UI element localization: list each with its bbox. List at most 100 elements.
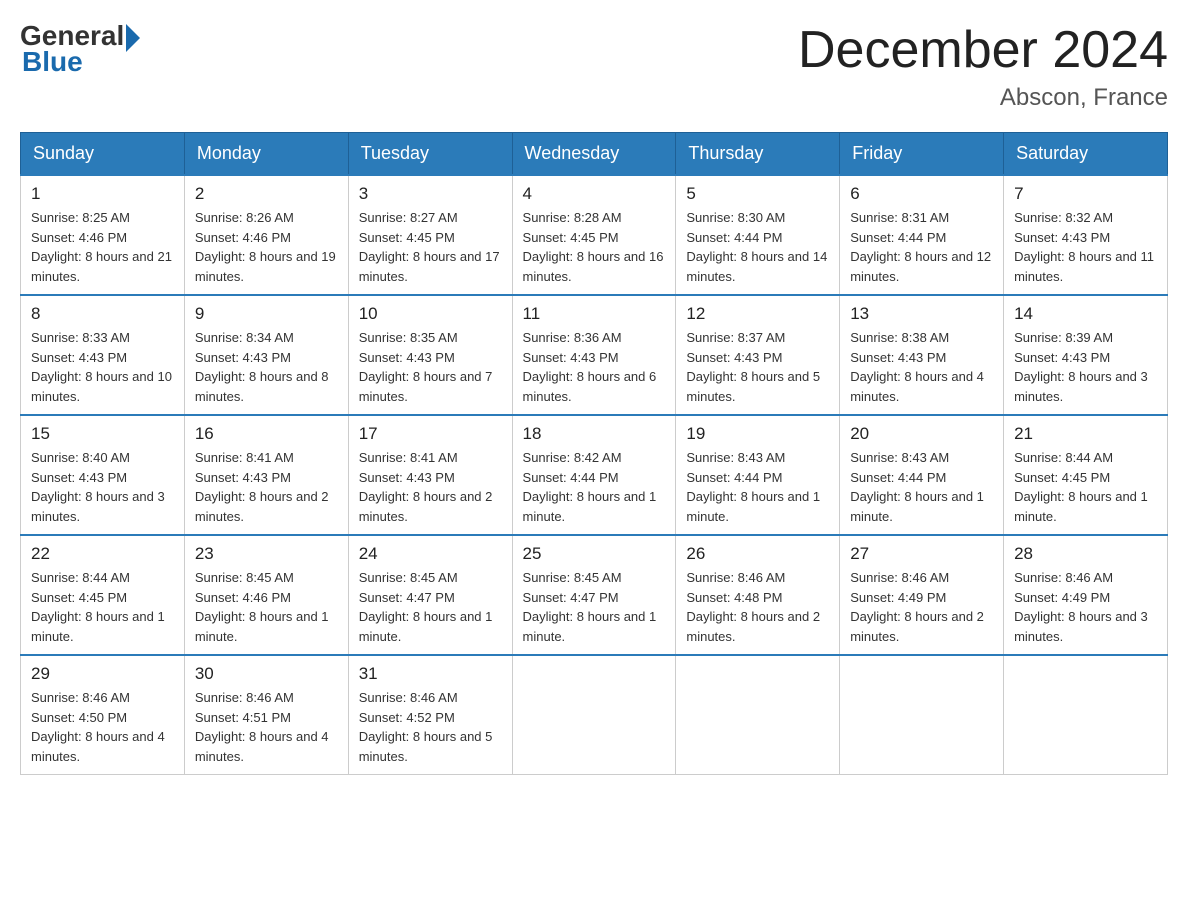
day-number: 1 xyxy=(31,184,174,204)
calendar-week-row: 22 Sunrise: 8:44 AMSunset: 4:45 PMDayligh… xyxy=(21,535,1168,655)
calendar-cell: 19Sunrise: 8:43 AMSunset: 4:44 PMDayligh… xyxy=(676,415,840,535)
weekday-header-sunday: Sunday xyxy=(21,133,185,176)
calendar-cell: 22 Sunrise: 8:44 AMSunset: 4:45 PMDayligh… xyxy=(21,535,185,655)
day-info: Sunrise: 8:46 AMSunset: 4:51 PMDaylight:… xyxy=(195,688,338,766)
day-number: 4 xyxy=(523,184,666,204)
calendar-cell: 24 Sunrise: 8:45 AMSunset: 4:47 PMDayligh… xyxy=(348,535,512,655)
calendar-cell xyxy=(840,655,1004,775)
calendar-cell: 4 Sunrise: 8:28 AMSunset: 4:45 PMDaylight… xyxy=(512,175,676,295)
calendar-cell: 18 Sunrise: 8:42 AMSunset: 4:44 PMDayligh… xyxy=(512,415,676,535)
day-info: Sunrise: 8:27 AMSunset: 4:45 PMDaylight:… xyxy=(359,208,502,286)
day-info: Sunrise: 8:37 AMSunset: 4:43 PMDaylight:… xyxy=(686,328,829,406)
day-info: Sunrise: 8:41 AMSunset: 4:43 PMDaylight:… xyxy=(359,448,502,526)
day-info: Sunrise: 8:33 AMSunset: 4:43 PMDaylight:… xyxy=(31,328,174,406)
calendar-cell: 12 Sunrise: 8:37 AMSunset: 4:43 PMDayligh… xyxy=(676,295,840,415)
calendar-cell: 28Sunrise: 8:46 AMSunset: 4:49 PMDayligh… xyxy=(1004,535,1168,655)
day-number: 20 xyxy=(850,424,993,444)
day-info: Sunrise: 8:46 AMSunset: 4:49 PMDaylight:… xyxy=(850,568,993,646)
day-number: 25 xyxy=(523,544,666,564)
day-info: Sunrise: 8:35 AMSunset: 4:43 PMDaylight:… xyxy=(359,328,502,406)
weekday-header-thursday: Thursday xyxy=(676,133,840,176)
day-number: 12 xyxy=(686,304,829,324)
day-info: Sunrise: 8:25 AMSunset: 4:46 PMDaylight:… xyxy=(31,208,174,286)
day-info: Sunrise: 8:38 AMSunset: 4:43 PMDaylight:… xyxy=(850,328,993,406)
calendar-week-row: 29 Sunrise: 8:46 AMSunset: 4:50 PMDayligh… xyxy=(21,655,1168,775)
weekday-header-friday: Friday xyxy=(840,133,1004,176)
day-info: Sunrise: 8:34 AMSunset: 4:43 PMDaylight:… xyxy=(195,328,338,406)
calendar-cell: 26 Sunrise: 8:46 AMSunset: 4:48 PMDayligh… xyxy=(676,535,840,655)
day-info: Sunrise: 8:46 AMSunset: 4:52 PMDaylight:… xyxy=(359,688,502,766)
calendar-cell: 10Sunrise: 8:35 AMSunset: 4:43 PMDayligh… xyxy=(348,295,512,415)
calendar-cell: 30 Sunrise: 8:46 AMSunset: 4:51 PMDayligh… xyxy=(184,655,348,775)
day-info: Sunrise: 8:36 AMSunset: 4:43 PMDaylight:… xyxy=(523,328,666,406)
calendar-cell xyxy=(1004,655,1168,775)
day-info: Sunrise: 8:42 AMSunset: 4:44 PMDaylight:… xyxy=(523,448,666,526)
calendar-header: SundayMondayTuesdayWednesdayThursdayFrid… xyxy=(21,133,1168,176)
calendar-body: 1 Sunrise: 8:25 AMSunset: 4:46 PMDaylight… xyxy=(21,175,1168,775)
day-info: Sunrise: 8:45 AMSunset: 4:47 PMDaylight:… xyxy=(359,568,502,646)
day-number: 19 xyxy=(686,424,829,444)
day-number: 5 xyxy=(686,184,829,204)
calendar-cell: 1 Sunrise: 8:25 AMSunset: 4:46 PMDaylight… xyxy=(21,175,185,295)
calendar-cell: 16 Sunrise: 8:41 AMSunset: 4:43 PMDayligh… xyxy=(184,415,348,535)
weekday-header-wednesday: Wednesday xyxy=(512,133,676,176)
day-number: 7 xyxy=(1014,184,1157,204)
day-number: 14 xyxy=(1014,304,1157,324)
weekday-header-monday: Monday xyxy=(184,133,348,176)
day-info: Sunrise: 8:28 AMSunset: 4:45 PMDaylight:… xyxy=(523,208,666,286)
day-number: 3 xyxy=(359,184,502,204)
calendar-cell: 23Sunrise: 8:45 AMSunset: 4:46 PMDayligh… xyxy=(184,535,348,655)
day-info: Sunrise: 8:45 AMSunset: 4:47 PMDaylight:… xyxy=(523,568,666,646)
page-header: General Blue December 2024 Abscon, Franc… xyxy=(20,20,1168,112)
day-number: 24 xyxy=(359,544,502,564)
day-info: Sunrise: 8:26 AMSunset: 4:46 PMDaylight:… xyxy=(195,208,338,286)
logo-arrow-icon xyxy=(126,24,140,52)
day-info: Sunrise: 8:46 AMSunset: 4:48 PMDaylight:… xyxy=(686,568,829,646)
calendar-cell: 3 Sunrise: 8:27 AMSunset: 4:45 PMDaylight… xyxy=(348,175,512,295)
logo-blue-text: Blue xyxy=(22,46,83,78)
day-number: 26 xyxy=(686,544,829,564)
calendar-cell: 14 Sunrise: 8:39 AMSunset: 4:43 PMDayligh… xyxy=(1004,295,1168,415)
day-number: 2 xyxy=(195,184,338,204)
day-number: 8 xyxy=(31,304,174,324)
calendar-week-row: 1 Sunrise: 8:25 AMSunset: 4:46 PMDaylight… xyxy=(21,175,1168,295)
day-info: Sunrise: 8:40 AMSunset: 4:43 PMDaylight:… xyxy=(31,448,174,526)
day-number: 18 xyxy=(523,424,666,444)
location-title: Abscon, France xyxy=(798,84,1168,112)
day-number: 9 xyxy=(195,304,338,324)
day-number: 28 xyxy=(1014,544,1157,564)
calendar-cell: 15 Sunrise: 8:40 AMSunset: 4:43 PMDayligh… xyxy=(21,415,185,535)
month-title: December 2024 xyxy=(798,20,1168,80)
day-info: Sunrise: 8:31 AMSunset: 4:44 PMDaylight:… xyxy=(850,208,993,286)
day-info: Sunrise: 8:32 AMSunset: 4:43 PMDaylight:… xyxy=(1014,208,1157,286)
calendar-cell: 25 Sunrise: 8:45 AMSunset: 4:47 PMDayligh… xyxy=(512,535,676,655)
weekday-header-tuesday: Tuesday xyxy=(348,133,512,176)
calendar-cell xyxy=(676,655,840,775)
day-number: 23 xyxy=(195,544,338,564)
day-number: 29 xyxy=(31,664,174,684)
weekday-header-row: SundayMondayTuesdayWednesdayThursdayFrid… xyxy=(21,133,1168,176)
day-number: 27 xyxy=(850,544,993,564)
day-number: 16 xyxy=(195,424,338,444)
calendar-cell xyxy=(512,655,676,775)
day-info: Sunrise: 8:41 AMSunset: 4:43 PMDaylight:… xyxy=(195,448,338,526)
day-number: 15 xyxy=(31,424,174,444)
calendar-cell: 31 Sunrise: 8:46 AMSunset: 4:52 PMDayligh… xyxy=(348,655,512,775)
day-info: Sunrise: 8:39 AMSunset: 4:43 PMDaylight:… xyxy=(1014,328,1157,406)
calendar-cell: 21Sunrise: 8:44 AMSunset: 4:45 PMDayligh… xyxy=(1004,415,1168,535)
day-info: Sunrise: 8:44 AMSunset: 4:45 PMDaylight:… xyxy=(1014,448,1157,526)
calendar-cell: 29 Sunrise: 8:46 AMSunset: 4:50 PMDayligh… xyxy=(21,655,185,775)
title-block: December 2024 Abscon, France xyxy=(798,20,1168,112)
calendar-week-row: 15 Sunrise: 8:40 AMSunset: 4:43 PMDayligh… xyxy=(21,415,1168,535)
day-number: 11 xyxy=(523,304,666,324)
calendar-cell: 7 Sunrise: 8:32 AMSunset: 4:43 PMDaylight… xyxy=(1004,175,1168,295)
day-number: 31 xyxy=(359,664,502,684)
day-info: Sunrise: 8:46 AMSunset: 4:50 PMDaylight:… xyxy=(31,688,174,766)
calendar-cell: 13Sunrise: 8:38 AMSunset: 4:43 PMDayligh… xyxy=(840,295,1004,415)
calendar-week-row: 8 Sunrise: 8:33 AMSunset: 4:43 PMDaylight… xyxy=(21,295,1168,415)
calendar-cell: 9 Sunrise: 8:34 AMSunset: 4:43 PMDaylight… xyxy=(184,295,348,415)
day-info: Sunrise: 8:44 AMSunset: 4:45 PMDaylight:… xyxy=(31,568,174,646)
calendar-cell: 20Sunrise: 8:43 AMSunset: 4:44 PMDayligh… xyxy=(840,415,1004,535)
day-number: 30 xyxy=(195,664,338,684)
day-number: 22 xyxy=(31,544,174,564)
